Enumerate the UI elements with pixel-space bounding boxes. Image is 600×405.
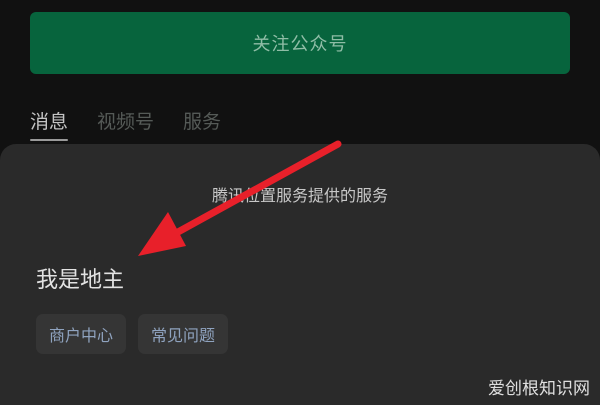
tab-services-label: 服务 <box>183 111 222 133</box>
screen: 关注公众号 消息 视频号 服务 腾讯位置服务提供的服务 我是地主 商户中心 常见… <box>0 0 600 405</box>
tab-messages[interactable]: 消息 <box>30 108 69 141</box>
faq-label: 常见问题 <box>151 326 216 345</box>
tab-channels-label: 视频号 <box>97 111 155 133</box>
sheet-title: 腾讯位置服务提供的服务 <box>211 186 388 205</box>
follow-account-label: 关注公众号 <box>252 34 348 55</box>
merchant-name: 我是地主 <box>36 268 125 293</box>
merchant-center-button[interactable]: 商户中心 <box>36 314 127 354</box>
chip-row: 商户中心 常见问题 <box>36 314 229 354</box>
faq-button[interactable]: 常见问题 <box>138 314 229 354</box>
tab-channels[interactable]: 视频号 <box>97 108 154 138</box>
tab-bar: 消息 视频号 服务 <box>30 108 250 144</box>
merchant-center-label: 商户中心 <box>49 326 114 345</box>
tab-services[interactable]: 服务 <box>183 108 221 138</box>
bottom-sheet: 腾讯位置服务提供的服务 我是地主 商户中心 常见问题 <box>0 144 600 405</box>
tab-messages-label: 消息 <box>30 111 69 133</box>
watermark-text: 爱创根知识网 <box>488 379 590 399</box>
follow-account-button[interactable]: 关注公众号 <box>30 12 570 74</box>
